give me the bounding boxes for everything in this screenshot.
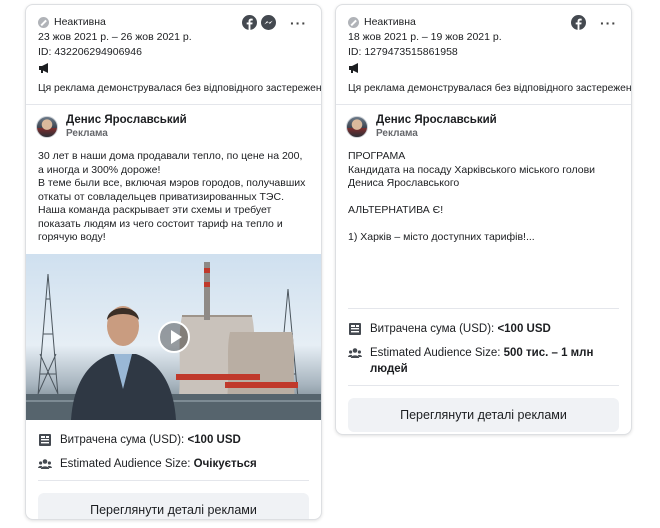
ad-id: ID: 432206294906946 (38, 46, 142, 58)
ad-id: ID: 1279473515861958 (348, 46, 458, 58)
divider (348, 385, 619, 386)
avatar[interactable] (346, 115, 368, 138)
audience-label: Estimated Audience Size: (370, 347, 501, 359)
advertiser-name[interactable]: Денис Ярославський (376, 113, 497, 127)
sponsored-label: Реклама (376, 128, 418, 139)
receipt-icon (349, 323, 361, 335)
ad-meta: Неактивна 18 жов 2021 р. – 19 жов 2021 р… (336, 5, 631, 74)
ad-meta: Неактивна 23 жов 2021 р. – 26 жов 2021 р… (26, 5, 321, 74)
ad-stats: Витрачена сума (USD): <100 USD Estimated… (26, 420, 321, 472)
status-label: Неактивна (364, 16, 416, 28)
disclaimer-row: Ця реклама демонструвалася без відповідн… (26, 74, 321, 105)
see-ad-details-button[interactable]: Переглянути деталі реклами (348, 398, 619, 432)
run-dates: 23 жов 2021 р. – 26 жов 2021 р. (38, 31, 192, 43)
disclaimer-text: Ця реклама демонструвалася без відповідн… (38, 83, 322, 94)
sponsored-label: Реклама (66, 128, 108, 139)
spend-label: Витрачена сума (USD): (370, 323, 495, 335)
status-label: Неактивна (54, 16, 106, 28)
more-options-icon[interactable]: ··· (600, 16, 617, 30)
more-options-icon[interactable]: ··· (290, 16, 307, 30)
spend-value: <100 USD (497, 323, 551, 335)
audience-value: Очікується (193, 457, 257, 470)
advertiser-name[interactable]: Денис Ярославський (66, 113, 187, 127)
disclaimer-text: Ця реклама демонструвалася без відповідн… (348, 83, 632, 94)
ad-body-text: ПРОГРАМА Кандидата на посаду Харківськог… (348, 150, 596, 243)
run-dates: 18 жов 2021 р. – 19 жов 2021 р. (348, 31, 502, 43)
divider (38, 479, 309, 481)
ad-stats: Витрачена сума (USD): <100 USD Estimated… (336, 309, 631, 377)
ad-card: Неактивна 18 жов 2021 р. – 19 жов 2021 р… (335, 4, 632, 435)
ad-body-text: 30 лет в наши дома продавали тепло, по ц… (38, 150, 306, 243)
inactive-status-icon (348, 17, 359, 28)
audience-label: Estimated Audience Size: (60, 457, 191, 470)
receipt-icon (39, 433, 51, 446)
advertiser-header: Денис Ярославський Реклама (336, 105, 631, 146)
disclaimer-row: Ця реклама демонструвалася без відповідн… (336, 74, 631, 105)
facebook-icon (242, 15, 257, 30)
advertiser-header: Денис Ярославський Реклама (26, 105, 321, 146)
avatar[interactable] (36, 115, 58, 138)
messenger-icon (261, 15, 276, 30)
see-ad-details-button[interactable]: Переглянути деталі реклами (38, 492, 309, 519)
audience-icon (38, 458, 52, 469)
play-button[interactable] (158, 320, 190, 353)
megaphone-icon (39, 63, 48, 73)
megaphone-icon (349, 63, 358, 73)
spend-label: Витрачена сума (USD): (60, 433, 185, 446)
facebook-icon (571, 15, 586, 30)
ad-card: Неактивна 23 жов 2021 р. – 26 жов 2021 р… (25, 4, 322, 520)
ad-video[interactable] (26, 253, 321, 420)
inactive-status-icon (38, 17, 49, 28)
audience-icon (348, 348, 362, 358)
spend-value: <100 USD (187, 433, 241, 446)
